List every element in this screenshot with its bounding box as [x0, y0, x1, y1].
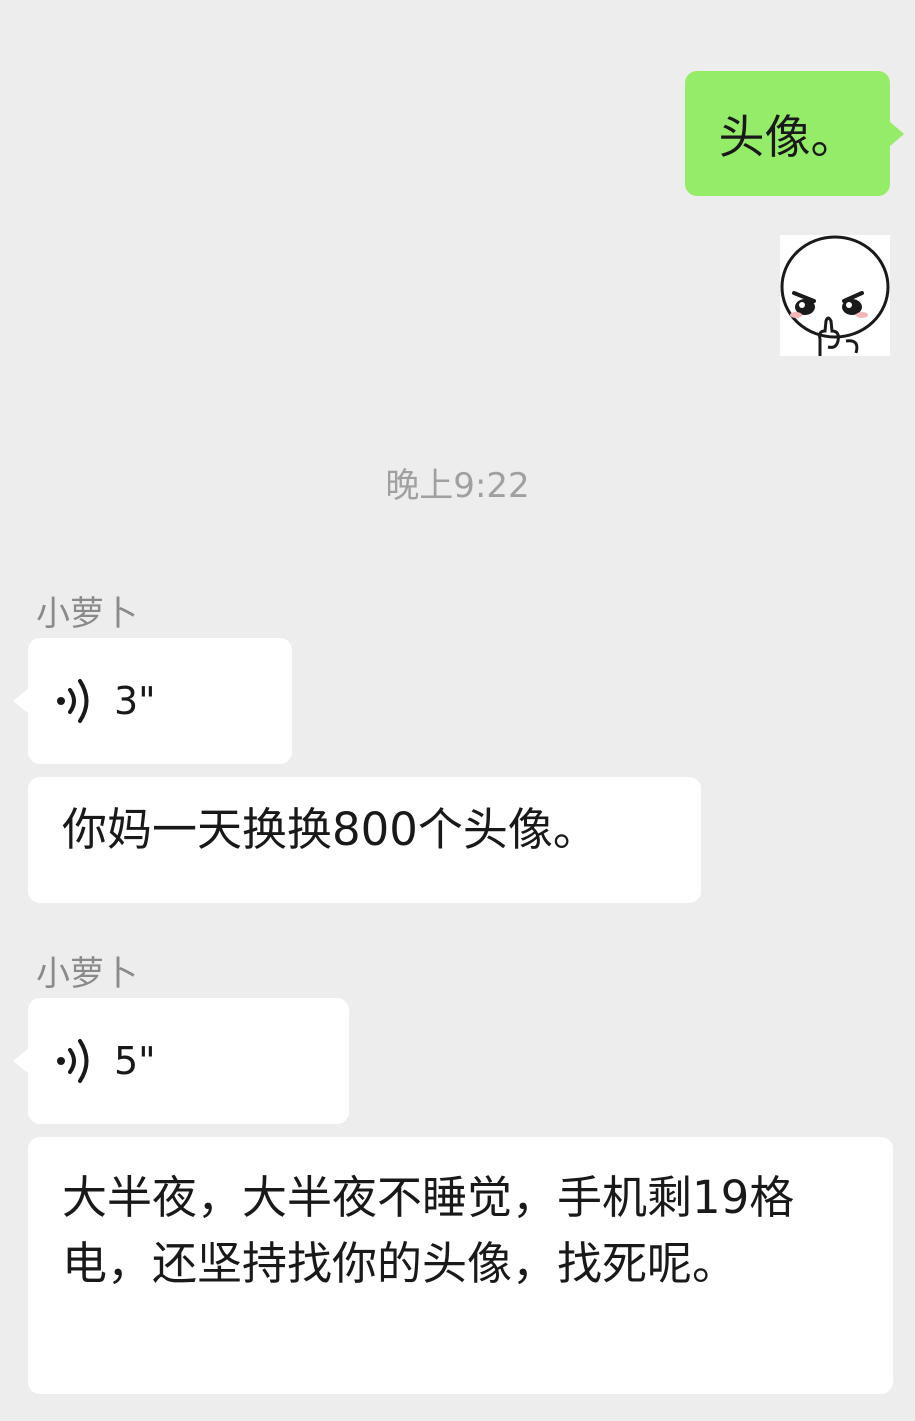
- incoming-message-bubble[interactable]: 大半夜，大半夜不睡觉，手机剩19格电，还坚持找你的头像，找死呢。: [28, 1137, 893, 1394]
- voice-duration: 3": [114, 679, 156, 723]
- voice-message-bubble[interactable]: 5": [13, 998, 349, 1124]
- sticker-message[interactable]: [780, 235, 890, 356]
- incoming-message-bubble[interactable]: 你妈一天换换800个头像。: [28, 777, 701, 903]
- voice-duration: 5": [114, 1039, 156, 1083]
- outgoing-message-bubble[interactable]: 头像。: [685, 71, 904, 196]
- voice-message-bubble[interactable]: 3": [13, 638, 292, 764]
- message-timestamp: 晚上9:22: [385, 466, 530, 506]
- voice-wave-icon: [57, 679, 89, 723]
- incoming-message-text: 你妈一天换换800个头像。: [62, 803, 598, 856]
- incoming-message-text: 大半夜，大半夜不睡觉，手机剩19格电，还坚持找你的头像，找死呢。: [62, 1171, 795, 1290]
- angry-face-sticker: [780, 235, 890, 356]
- sender-name: 小萝卜: [36, 594, 138, 634]
- sender-name: 小萝卜: [36, 954, 138, 994]
- outgoing-message-text: 头像。: [718, 109, 857, 164]
- voice-wave-icon: [57, 1039, 89, 1083]
